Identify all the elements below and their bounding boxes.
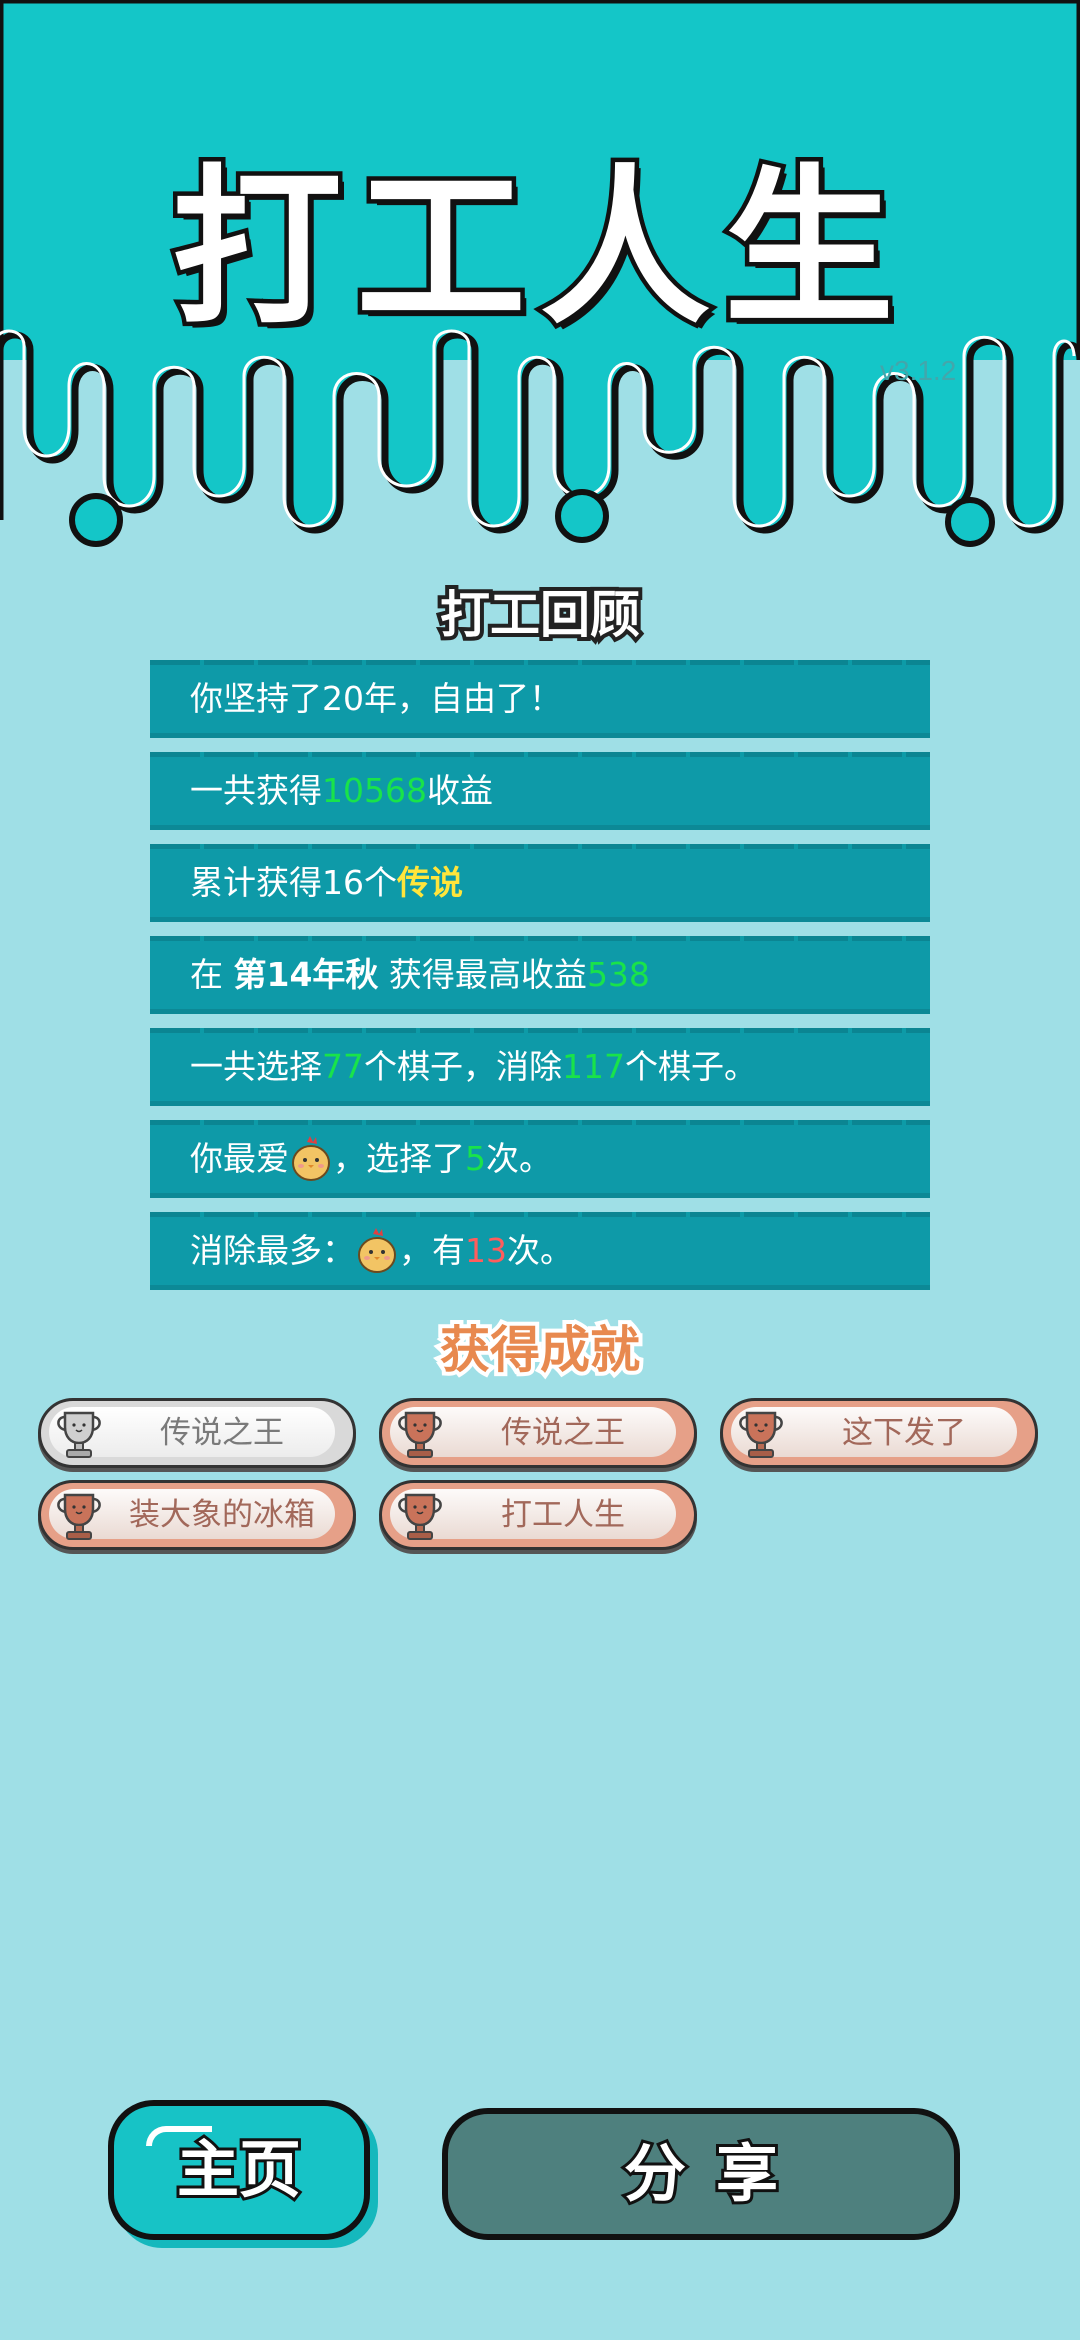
review-row-best-season: 在 第14年秋 获得最高收益538 — [150, 936, 930, 1014]
review-text: 你最爱 — [190, 1139, 289, 1178]
share-button-label: 分享 — [621, 2134, 808, 2213]
version-label: v3.1.2 — [880, 355, 957, 386]
review-title: 打工回顾 — [436, 582, 644, 648]
most-eliminated-count: 13 — [465, 1231, 507, 1270]
chick-icon — [292, 1135, 330, 1181]
achievement-badge[interactable]: 传说之王 — [38, 1398, 356, 1468]
review-text: 个棋子。 — [625, 1047, 757, 1086]
chick-icon — [358, 1227, 396, 1273]
achievement-label: 传说之王 — [501, 1415, 625, 1451]
share-button[interactable]: 分享 — [442, 2108, 960, 2240]
review-row-total-income: 一共获得10568收益 — [150, 752, 930, 830]
eliminated-count: 117 — [562, 1047, 625, 1086]
achievement-badge[interactable]: 打工人生 — [379, 1480, 697, 1550]
best-season: 第14年秋 — [233, 955, 379, 994]
best-income-value: 538 — [586, 955, 650, 994]
achievements-title: 获得成就 — [436, 1317, 644, 1383]
achievement-label: 这下发了 — [842, 1415, 966, 1451]
review-text: ，选择了 — [333, 1139, 465, 1178]
trophy-icon — [398, 1493, 442, 1540]
game-title: 打工人生 — [167, 146, 908, 353]
review-text: 收益 — [426, 771, 493, 810]
achievement-label: 传说之王 — [160, 1415, 284, 1451]
review-text: 你坚持了20年，自由了！ — [190, 679, 562, 718]
home-button[interactable]: 主页 — [108, 2100, 370, 2240]
review-text: 获得最高收益 — [378, 955, 587, 994]
header: 打工人生 v3.1.2 — [0, 0, 1080, 560]
review-list: 你坚持了20年，自由了！ 一共获得10568收益 累计获得16个传说 在 第14… — [150, 660, 930, 1304]
review-text: 在 — [190, 955, 234, 994]
trophy-icon — [57, 1493, 101, 1540]
review-row-years: 你坚持了20年，自由了！ — [150, 660, 930, 738]
achievement-label: 打工人生 — [501, 1497, 625, 1533]
review-row-favorite: 你最爱 ，选择了5次。 — [150, 1120, 930, 1198]
review-text: 消除最多： — [190, 1231, 355, 1270]
review-text: 一共获得 — [190, 771, 322, 810]
review-row-most-eliminated: 消除最多： ，有13次。 — [150, 1212, 930, 1290]
review-text: ，有 — [399, 1231, 465, 1270]
achievement-label: 装大象的冰箱 — [129, 1497, 315, 1533]
review-text: 个棋子，消除 — [364, 1047, 562, 1086]
selected-count: 77 — [322, 1047, 364, 1086]
achievement-badge[interactable]: 传说之王 — [379, 1398, 697, 1468]
legend-label: 传说 — [397, 863, 463, 902]
favorite-count: 5 — [465, 1139, 486, 1178]
achievement-badge[interactable]: 装大象的冰箱 — [38, 1480, 356, 1550]
review-text: 一共选择 — [190, 1047, 322, 1086]
review-row-legends: 累计获得16个传说 — [150, 844, 930, 922]
achievement-badge[interactable]: 这下发了 — [720, 1398, 1038, 1468]
trophy-icon — [739, 1411, 783, 1458]
review-text: 次。 — [486, 1139, 552, 1178]
total-income-value: 10568 — [322, 771, 427, 810]
review-text: 累计获得16个 — [190, 863, 397, 902]
review-text: 次。 — [507, 1231, 573, 1270]
home-button-label: 主页 — [174, 2130, 304, 2209]
trophy-icon — [398, 1411, 442, 1458]
trophy-icon — [57, 1411, 101, 1458]
review-row-pieces: 一共选择77个棋子，消除117个棋子。 — [150, 1028, 930, 1106]
